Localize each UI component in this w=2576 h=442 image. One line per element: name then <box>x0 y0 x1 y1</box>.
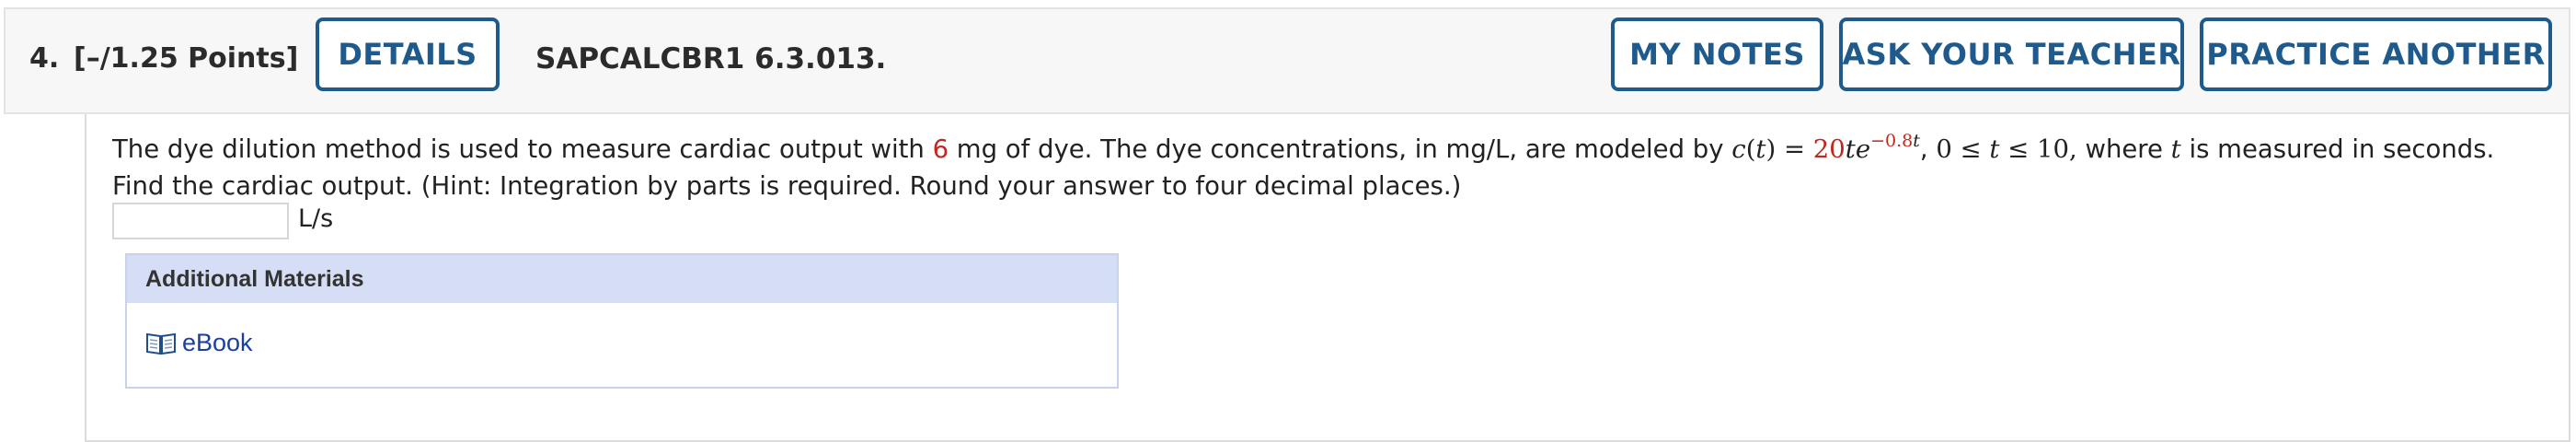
points-label: [–/1.25 Points] <box>74 42 299 75</box>
answer-unit: L/s <box>298 204 334 233</box>
dye-amount: 6 <box>932 134 949 164</box>
question-number: 4. <box>29 42 60 75</box>
variable-t: t <box>2170 134 2181 164</box>
ebook-link[interactable]: eBook <box>145 329 253 357</box>
question-text-part: The dye dilution method is used to measu… <box>112 134 933 164</box>
question-text-part: where <box>2076 134 2171 164</box>
practice-another-button[interactable]: PRACTICE ANOTHER <box>2200 17 2552 91</box>
additional-materials-heading: Additional Materials <box>127 255 1117 303</box>
answer-input[interactable] <box>112 203 289 239</box>
details-button[interactable]: DETAILS <box>316 17 500 91</box>
domain-inequality: 0 ≤ t ≤ 10, <box>1936 134 2077 164</box>
question-text-part: , <box>1919 134 1937 164</box>
additional-materials-panel: Additional Materials eBook <box>125 253 1119 389</box>
book-icon <box>146 332 176 355</box>
ask-your-teacher-button[interactable]: ASK YOUR TEACHER <box>1839 17 2184 91</box>
concentration-formula: c(t) = 20te−0.8t <box>1731 131 1920 165</box>
ebook-label[interactable]: eBook <box>182 329 253 357</box>
question-text-part: mg of dye. The dye concentrations, in mg… <box>949 134 1732 164</box>
question-text: The dye dilution method is used to measu… <box>112 131 2541 204</box>
my-notes-button[interactable]: MY NOTES <box>1611 17 1823 91</box>
question-code: SAPCALCBR1 6.3.013. <box>535 42 887 76</box>
